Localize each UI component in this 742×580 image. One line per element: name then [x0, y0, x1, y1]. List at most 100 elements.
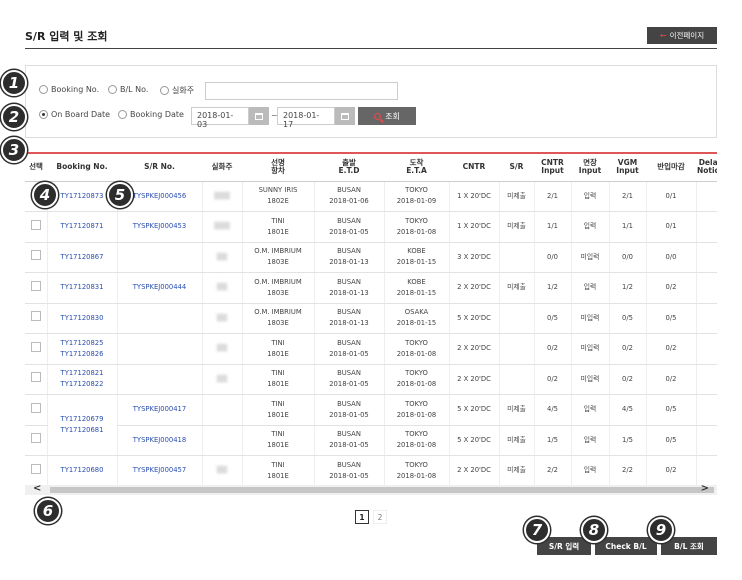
- cutoff-cell: 0/2: [645, 364, 696, 395]
- callout-badge-4: 4: [32, 182, 58, 208]
- query-button[interactable]: 조회: [358, 107, 416, 125]
- table-header-row: 선택 Booking No. S/R No. 실화주 선명 항차 출발 E.T.D 도착 E.T.…: [25, 154, 717, 182]
- radio-shipper[interactable]: 실화주: [160, 85, 194, 96]
- eta-cell: OSAKA 2018-01-15: [383, 303, 449, 334]
- eta-cell: TOKYO 2018-01-08: [383, 364, 449, 395]
- table-row[interactable]: TY17120830 ▒▒ O.M. IMBRIUM 1803E BUSAN 2018-0…: [25, 303, 717, 334]
- sr-no-cell[interactable]: [116, 303, 202, 334]
- radio-circle-icon: [39, 85, 48, 94]
- sr-no-cell[interactable]: TYSPKEJ000453: [116, 211, 202, 243]
- callout-badge-2: 2: [1, 104, 27, 130]
- booking-no-cell[interactable]: TY17120871: [46, 211, 117, 243]
- page-1-button[interactable]: 1: [355, 510, 369, 524]
- etd-cell: BUSAN 2018-01-13: [313, 272, 384, 304]
- callout-badge-5: 5: [107, 182, 133, 208]
- row-select-cell[interactable]: [25, 364, 47, 395]
- cntr-cell: 2 X 20'DC: [448, 333, 499, 365]
- table-row[interactable]: TY17120680 TYSPKEJ000457 ▒▒ TINI 1801E BUSAN 2…: [25, 455, 717, 485]
- row-checkbox[interactable]: [30, 433, 41, 444]
- booking-no-cell[interactable]: TY17120680: [46, 455, 117, 485]
- vgm-input-cell: 4/5: [608, 394, 646, 426]
- etd-cell: BUSAN 2018-01-05: [313, 211, 384, 243]
- sr-status-cell: 미제출: [498, 455, 534, 485]
- vgm-input-cell: 2/1: [608, 181, 646, 212]
- back-button[interactable]: ← 이전페이지: [647, 27, 717, 44]
- booking-no-cell[interactable]: TY17120679 TY17120681: [46, 394, 117, 456]
- cntr-input-cell: 0/5: [533, 303, 571, 334]
- row-checkbox[interactable]: [30, 463, 41, 474]
- table-row[interactable]: TY17120825 TY17120826 ▒▒ TINI 1801E BUSAN 2018…: [25, 333, 717, 365]
- radio-on-board-date[interactable]: On Board Date: [39, 110, 110, 119]
- cntr-input-cell: 4/5: [533, 394, 571, 426]
- row-select-cell[interactable]: [25, 272, 47, 304]
- radio-booking-date[interactable]: Booking Date: [118, 110, 184, 119]
- sr-no-cell[interactable]: TYSPKEJ000417: [116, 394, 202, 426]
- row-select-cell[interactable]: [25, 303, 47, 334]
- column-header-vgm-input: VGM Input: [609, 154, 646, 182]
- row-checkbox[interactable]: [30, 280, 41, 291]
- sr-no-cell[interactable]: [116, 364, 202, 395]
- check-bl-button[interactable]: Check B/L: [595, 537, 657, 555]
- calendar-from-button[interactable]: [249, 107, 269, 125]
- horizontal-scrollbar[interactable]: < >: [25, 483, 717, 495]
- row-checkbox[interactable]: [30, 219, 41, 230]
- row-checkbox[interactable]: [30, 250, 41, 261]
- booking-no-cell[interactable]: TY17120821 TY17120822: [46, 364, 117, 395]
- radio-bl-no[interactable]: B/L No.: [108, 85, 148, 94]
- sr-status-cell: 미제출: [498, 425, 534, 456]
- sr-status-cell: 미제출: [498, 394, 534, 426]
- radio-booking-no[interactable]: Booking No.: [39, 85, 99, 94]
- booking-no-cell[interactable]: TY17120825 TY17120826: [46, 333, 117, 365]
- eta-cell: TOKYO 2018-01-08: [383, 211, 449, 243]
- calendar-to-button[interactable]: [335, 107, 355, 125]
- table-row[interactable]: TY17120831 TYSPKEJ000444 ▒▒ O.M. IMBRIUM 180…: [25, 272, 717, 304]
- row-select-cell[interactable]: [25, 333, 47, 365]
- table-row[interactable]: TY17120867 ▒▒ O.M. IMBRIUM 1803E BUSAN 2018-0…: [25, 242, 717, 273]
- column-header-sr-no: S/R No.: [117, 154, 202, 182]
- sr-no-cell[interactable]: [116, 333, 202, 365]
- license-input-cell: 미입력: [570, 364, 609, 395]
- scroll-right-icon[interactable]: >: [701, 483, 709, 494]
- sr-no-cell[interactable]: TYSPKEJ000444: [116, 272, 202, 304]
- scroll-left-icon[interactable]: <: [33, 483, 41, 494]
- table-row[interactable]: TY17120679 TY17120681 TYSPKEJ000417 TINI 180…: [25, 394, 717, 456]
- cntr-cell: 1 X 20'DC: [448, 211, 499, 243]
- delay-notice-cell: [695, 242, 717, 273]
- vessel-voyage-cell: TINI 1801E: [241, 394, 314, 426]
- license-input-cell: 입력: [570, 181, 609, 212]
- cutoff-cell: 0/1: [645, 181, 696, 212]
- row-select-cell[interactable]: [25, 455, 47, 485]
- sr-no-cell[interactable]: TYSPKEJ000418: [116, 425, 202, 456]
- scrollbar-thumb[interactable]: [50, 487, 714, 493]
- row-checkbox[interactable]: [30, 341, 41, 352]
- row-checkbox[interactable]: [30, 311, 41, 322]
- row-checkbox[interactable]: [30, 402, 41, 413]
- page-2-button[interactable]: 2: [373, 510, 387, 524]
- table-row[interactable]: TY17120871 TYSPKEJ000453 ▒▒▒ TINI 1801E BUSAN…: [25, 211, 717, 243]
- cntr-cell: 2 X 20'DC: [448, 364, 499, 395]
- table-row[interactable]: TYSPKEJ000418 TINI 1801E BUSAN 2018-01-05 TOK…: [25, 425, 717, 456]
- callout-badge-6: 6: [35, 498, 61, 524]
- cutoff-cell: 0/2: [645, 333, 696, 365]
- etd-cell: BUSAN 2018-01-05: [313, 333, 384, 365]
- vgm-input-cell: 1/5: [608, 425, 646, 456]
- sr-status-cell: [498, 242, 534, 273]
- row-checkbox[interactable]: [30, 372, 41, 383]
- sr-no-cell[interactable]: TYSPKEJ000457: [116, 455, 202, 485]
- booking-no-cell[interactable]: TY17120830: [46, 303, 117, 334]
- row-select-cell[interactable]: [25, 211, 47, 243]
- etd-cell: BUSAN 2018-01-05: [313, 455, 384, 485]
- eta-cell: KOBE 2018-01-15: [383, 272, 449, 304]
- booking-no-cell[interactable]: TY17120831: [46, 272, 117, 304]
- search-input[interactable]: [205, 82, 398, 100]
- callout-badge-3: 3: [1, 137, 27, 163]
- sr-no-cell[interactable]: [116, 242, 202, 273]
- table-row[interactable]: TY17120821 TY17120822 ▒▒ TINI 1801E BUSAN 2018…: [25, 364, 717, 395]
- row-select-cell[interactable]: [25, 425, 47, 456]
- delay-notice-cell: [695, 333, 717, 365]
- row-select-cell[interactable]: [25, 394, 47, 426]
- booking-no-cell[interactable]: TY17120867: [46, 242, 117, 273]
- date-from-input[interactable]: 2018-01-03: [191, 107, 249, 129]
- row-select-cell[interactable]: [25, 242, 47, 273]
- date-to-input[interactable]: 2018-01-17: [277, 107, 335, 129]
